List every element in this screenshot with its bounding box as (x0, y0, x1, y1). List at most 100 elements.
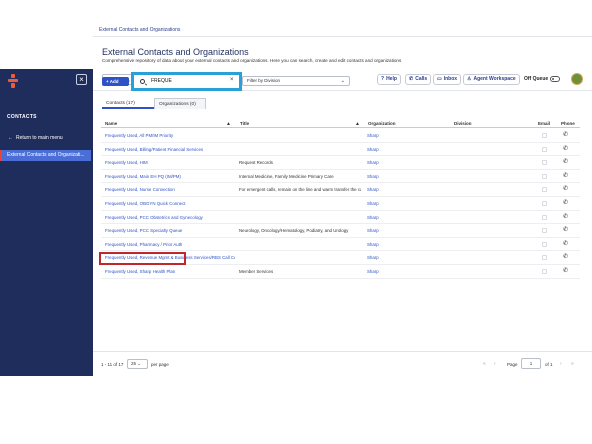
column-header-organization[interactable]: Organization (368, 120, 396, 128)
phone-icon[interactable]: ✆ (563, 170, 568, 184)
inbox-icon: ▭ (437, 76, 442, 82)
phone-icon[interactable]: ✆ (563, 156, 568, 170)
table-row[interactable]: Frequently Used, PCC Obstetrics and Gyne… (101, 211, 580, 225)
contact-name-link[interactable]: Frequently Used, All PM/IM Priority (105, 129, 235, 143)
table-row[interactable]: Frequently Used, Pharmacy / Prior Auth Sh… (101, 238, 580, 252)
phone-icon[interactable]: ✆ (563, 211, 568, 225)
email-icon[interactable] (542, 146, 547, 152)
phone-icon[interactable]: ✆ (563, 197, 568, 211)
division-filter-select[interactable]: Filter by Division ⌄ (242, 76, 350, 86)
table-row[interactable]: Frequently Used, Billing/Patient Financi… (101, 143, 580, 157)
email-icon[interactable] (542, 269, 547, 274)
table-row[interactable]: Frequently Used, HIM Request Records Sharp… (101, 156, 580, 170)
column-header-phone[interactable]: Phone (561, 120, 575, 128)
contact-search-field[interactable]: FREQUE × (131, 72, 242, 91)
contact-name-link[interactable]: Frequently Used, Nurse Connection (105, 183, 235, 197)
help-button[interactable]: ? Help (377, 74, 401, 85)
contact-organization-link[interactable]: Sharp (367, 251, 379, 265)
contact-organization-link[interactable]: Sharp (367, 224, 379, 238)
column-header-title[interactable]: Title (240, 120, 249, 128)
tab-contacts[interactable]: Contacts (17) (102, 98, 154, 109)
email-icon[interactable] (542, 201, 547, 206)
email-icon[interactable] (542, 133, 547, 138)
help-icon: ? (381, 76, 385, 82)
arrow-left-icon: ← (8, 135, 13, 141)
inbox-button[interactable]: ▭ Inbox (433, 74, 462, 85)
prev-page-icon[interactable]: ‹ (494, 361, 496, 367)
chevron-down-icon: ⌄ (137, 361, 142, 366)
table-row[interactable]: Frequently Used, OBGYN Quick Connect Shar… (101, 197, 580, 211)
sort-asc-icon[interactable]: ▲ (355, 120, 360, 128)
contact-organization-link[interactable]: Sharp (367, 183, 379, 197)
next-page-icon[interactable]: › (560, 361, 562, 367)
contact-name-link[interactable]: Frequently Used, PCC Obstetrics and Gyne… (105, 211, 235, 225)
contact-organization-link[interactable]: Sharp (367, 238, 379, 252)
email-icon[interactable] (542, 187, 547, 193)
phone-icon[interactable]: ✆ (563, 129, 568, 143)
table-row[interactable]: Frequently Used, All PM/IM Priority Sharp… (101, 129, 580, 143)
contact-organization-link[interactable]: Sharp (367, 129, 379, 143)
table-row[interactable]: Frequently Used, Main EH PQ (IM/PM) Inter… (101, 170, 580, 184)
return-to-main-menu-link[interactable]: ← Return to main menu (0, 132, 93, 144)
email-icon[interactable] (542, 214, 547, 220)
table-header: Name ▲ Title ▲ Organization Division Ema… (101, 120, 580, 128)
first-page-icon[interactable]: « (483, 361, 486, 367)
contact-name-link[interactable]: Frequently Used, Sharp Health Plan (105, 265, 235, 279)
contact-name-link[interactable]: Frequently Used, Billing/Patient Financi… (105, 143, 235, 157)
pagination-footer: 1 - 11 of 17 25 ⌄ per page « ‹ Page 1 of… (93, 351, 592, 376)
tab-organizations[interactable]: Organizations (0) (154, 98, 206, 109)
sidebar-item-external-contacts[interactable]: External Contacts and Organizati... (0, 150, 91, 161)
contact-search-value[interactable]: FREQUE (151, 78, 172, 84)
contact-name-link[interactable]: Frequently Used, Main EH PQ (IM/PM) (105, 170, 235, 184)
breadcrumb-divider (93, 36, 592, 37)
contact-name-link[interactable]: Frequently Used, OBGYN Quick Connect (105, 197, 235, 211)
close-sidebar-button[interactable]: × (76, 74, 87, 85)
contact-title: Neurology, Oncology/Hematology, Podiatry… (239, 228, 349, 234)
email-icon[interactable] (542, 241, 547, 247)
table-row[interactable]: Frequently Used, Sharp Health Plan Member… (101, 265, 580, 279)
page-description: Comprehensive repository of data about y… (102, 58, 402, 63)
phone-icon[interactable]: ✆ (563, 224, 568, 238)
page-of-label: of 1 (545, 362, 553, 367)
highlight-box (99, 252, 186, 265)
per-page-label: per page (151, 362, 169, 367)
contact-name-link[interactable]: Frequently Used, Pharmacy / Prior Auth (105, 238, 235, 252)
user-avatar[interactable] (571, 73, 583, 85)
email-icon[interactable] (542, 255, 547, 261)
contact-title: Internal Medicine, Family Medicine Prima… (239, 173, 334, 179)
search-icon (140, 79, 145, 84)
phone-icon[interactable]: ✆ (563, 238, 568, 252)
table-row[interactable]: Frequently Used, Nurse Connection For eme… (101, 183, 580, 197)
email-icon[interactable] (542, 228, 547, 234)
contact-organization-link[interactable]: Sharp (367, 265, 379, 279)
contact-organization-link[interactable]: Sharp (367, 170, 379, 184)
last-page-icon[interactable]: » (571, 361, 574, 367)
add-button[interactable]: + Add (102, 77, 129, 86)
contact-organization-link[interactable]: Sharp (367, 197, 379, 211)
calls-button[interactable]: ✆ Calls (405, 74, 432, 85)
queue-toggle[interactable] (550, 76, 560, 82)
contact-name-link[interactable]: Frequently Used, HIM (105, 156, 235, 170)
page-number-input[interactable]: 1 (521, 358, 541, 369)
agent-workspace-button[interactable]: ♙ Agent Workspace (463, 74, 520, 85)
sidebar: × CONTACTS ← Return to main menu External… (0, 69, 93, 376)
column-header-division[interactable]: Division (454, 120, 472, 128)
contact-organization-link[interactable]: Sharp (367, 211, 379, 225)
table-row[interactable]: Frequently Used, PCC Specialty Queue Neur… (101, 224, 580, 238)
chevron-down-icon: ⌄ (340, 78, 345, 84)
phone-icon[interactable]: ✆ (563, 183, 568, 197)
contact-organization-link[interactable]: Sharp (367, 143, 379, 157)
column-header-name[interactable]: Name (105, 120, 117, 128)
column-header-email[interactable]: Email (538, 120, 550, 128)
breadcrumb[interactable]: External Contacts and Organizations (99, 27, 180, 33)
contact-name-link[interactable]: Frequently Used, PCC Specialty Queue (105, 224, 235, 238)
phone-icon[interactable]: ✆ (563, 265, 568, 279)
sort-asc-icon[interactable]: ▲ (226, 120, 231, 128)
email-icon[interactable] (542, 173, 547, 179)
page-size-select[interactable]: 25 ⌄ (127, 359, 148, 369)
phone-icon[interactable]: ✆ (563, 251, 568, 265)
phone-icon[interactable]: ✆ (563, 143, 568, 157)
clear-search-icon[interactable]: × (230, 77, 234, 83)
contact-organization-link[interactable]: Sharp (367, 156, 379, 170)
email-icon[interactable] (542, 160, 547, 166)
